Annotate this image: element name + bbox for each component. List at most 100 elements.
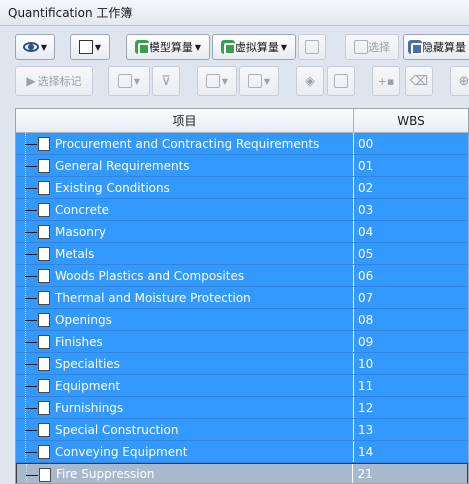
- wbs-cell[interactable]: 07: [354, 287, 468, 308]
- table-row[interactable]: Openings 08: [16, 309, 468, 331]
- toolbar-primary: ▼ ▼ 模型算量 ▼ 虚拟算量 ▼ 选择 隐藏算量: [0, 34, 469, 68]
- more-button[interactable]: ⊕: [450, 66, 469, 96]
- wbs-cell[interactable]: 11: [354, 375, 468, 396]
- visibility-dropdown[interactable]: ▼: [15, 34, 55, 60]
- item-cell[interactable]: General Requirements: [16, 155, 354, 176]
- toolbar-secondary: ▶ 选择标记 ▼ ⊽ ▼ ▼ ◈ +▪ ⌫ ⊕: [0, 66, 469, 100]
- document-icon: [34, 313, 50, 329]
- hide-takeoff-button[interactable]: 隐藏算量: [403, 34, 469, 60]
- item-cell[interactable]: Conveying Equipment: [16, 441, 354, 462]
- table-row[interactable]: Special Construction 13: [16, 419, 468, 441]
- item-cell[interactable]: Procurement and Contracting Requirements: [16, 133, 354, 154]
- wbs-cell[interactable]: 06: [354, 265, 468, 286]
- select-markup-button[interactable]: ▶ 选择标记: [15, 66, 93, 96]
- table-row[interactable]: Existing Conditions 02: [16, 177, 468, 199]
- wbs-cell[interactable]: 10: [354, 353, 468, 374]
- item-cell[interactable]: Specialties: [16, 353, 354, 374]
- item-cell[interactable]: Fire Suppression: [17, 464, 354, 483]
- table-row[interactable]: Concrete 03: [16, 199, 468, 221]
- item-label: Existing Conditions: [55, 180, 170, 195]
- polyline-dropdown[interactable]: ▼: [108, 66, 150, 96]
- column-header-item[interactable]: 项目: [16, 109, 354, 132]
- tree-connector: [21, 177, 37, 198]
- item-label: Specialties: [55, 356, 120, 371]
- table-row[interactable]: Masonry 04: [16, 221, 468, 243]
- item-cell[interactable]: Equipment: [16, 375, 354, 396]
- point-tool-button[interactable]: ⊽: [152, 66, 180, 96]
- rectangle-icon: [205, 74, 220, 88]
- item-cell[interactable]: Furnishings: [16, 397, 354, 418]
- column-header-wbs[interactable]: WBS: [354, 109, 468, 132]
- wbs-cell[interactable]: 08: [354, 309, 468, 330]
- tree-connector: [22, 464, 38, 483]
- area-dropdown[interactable]: ▼: [239, 66, 279, 96]
- item-label: Special Construction: [55, 422, 179, 437]
- table-row[interactable]: Finishes 09: [16, 331, 468, 353]
- item-label: Furnishings: [55, 400, 124, 415]
- wbs-cell[interactable]: 01: [354, 155, 468, 176]
- item-cell[interactable]: Woods Plastics and Composites: [16, 265, 354, 286]
- table-row[interactable]: Fire Suppression 21: [16, 463, 468, 483]
- takeoff-grid: 项目 WBS Procurement and Contracting Requi…: [15, 108, 469, 484]
- item-cell[interactable]: Thermal and Moisture Protection: [16, 287, 354, 308]
- wbs-cell[interactable]: 09: [354, 331, 468, 352]
- item-label: Masonry: [55, 224, 106, 239]
- item-label: Openings: [55, 312, 112, 327]
- wbs-cell[interactable]: 14: [354, 441, 468, 462]
- tree-connector: [21, 287, 37, 308]
- item-label: Thermal and Moisture Protection: [55, 290, 251, 305]
- wbs-cell[interactable]: 02: [354, 177, 468, 198]
- wbs-cell[interactable]: 21: [353, 464, 467, 483]
- table-row[interactable]: Woods Plastics and Composites 06: [16, 265, 468, 287]
- item-cell[interactable]: Masonry: [16, 221, 354, 242]
- item-cell[interactable]: Metals: [16, 243, 354, 264]
- bucket-icon: ◈: [305, 73, 315, 89]
- add-vertex-button[interactable]: +▪: [372, 66, 400, 96]
- item-cell[interactable]: Finishes: [16, 331, 354, 352]
- tree-connector: [21, 265, 37, 286]
- item-cell[interactable]: Special Construction: [16, 419, 354, 440]
- table-row[interactable]: Furnishings 12: [16, 397, 468, 419]
- rectangle-area-dropdown[interactable]: ▼: [197, 66, 237, 96]
- document-icon: [34, 291, 50, 307]
- item-cell[interactable]: Existing Conditions: [16, 177, 354, 198]
- model-takeoff-label: 模型算量: [148, 41, 193, 54]
- bounds-button[interactable]: [327, 66, 355, 96]
- document-icon: [34, 401, 50, 417]
- table-row[interactable]: General Requirements 01: [16, 155, 468, 177]
- item-label: Metals: [55, 246, 95, 261]
- model-takeoff-button[interactable]: 模型算量 ▼: [126, 34, 210, 60]
- document-icon: [35, 468, 51, 483]
- item-cell[interactable]: Openings: [16, 309, 354, 330]
- wbs-cell[interactable]: 05: [354, 243, 468, 264]
- wbs-cell[interactable]: 04: [354, 221, 468, 242]
- table-row[interactable]: Procurement and Contracting Requirements…: [16, 133, 468, 155]
- item-label: Fire Suppression: [56, 467, 155, 481]
- table-row[interactable]: Equipment 11: [16, 375, 468, 397]
- wbs-cell[interactable]: 13: [354, 419, 468, 440]
- document-icon: [34, 247, 50, 263]
- select-button[interactable]: 选择: [345, 34, 399, 60]
- polyline-icon: [117, 74, 132, 88]
- panel-dropdown[interactable]: ▼: [70, 34, 110, 60]
- item-cell[interactable]: Concrete: [16, 199, 354, 220]
- select-icon: [354, 40, 368, 54]
- table-row[interactable]: Metals 05: [16, 243, 468, 265]
- tree-connector: [21, 375, 37, 396]
- tree-connector: [21, 397, 37, 418]
- wbs-cell[interactable]: 12: [354, 397, 468, 418]
- erase-button[interactable]: ⌫: [405, 66, 433, 96]
- table-row[interactable]: Specialties 10: [16, 353, 468, 375]
- tree-connector: [21, 243, 37, 264]
- refresh-button[interactable]: [298, 34, 326, 60]
- item-label: Finishes: [55, 334, 103, 349]
- table-row[interactable]: Conveying Equipment 14: [16, 441, 468, 463]
- wbs-cell[interactable]: 03: [354, 199, 468, 220]
- wbs-cell[interactable]: 00: [354, 133, 468, 154]
- table-row[interactable]: Thermal and Moisture Protection 07: [16, 287, 468, 309]
- tree-connector: [21, 353, 37, 374]
- virtual-takeoff-button[interactable]: 虚拟算量 ▼: [212, 34, 296, 60]
- fill-button[interactable]: ◈: [296, 66, 324, 96]
- point-icon: ⊽: [161, 73, 171, 89]
- window-title: Quantification 工作簿: [0, 0, 469, 26]
